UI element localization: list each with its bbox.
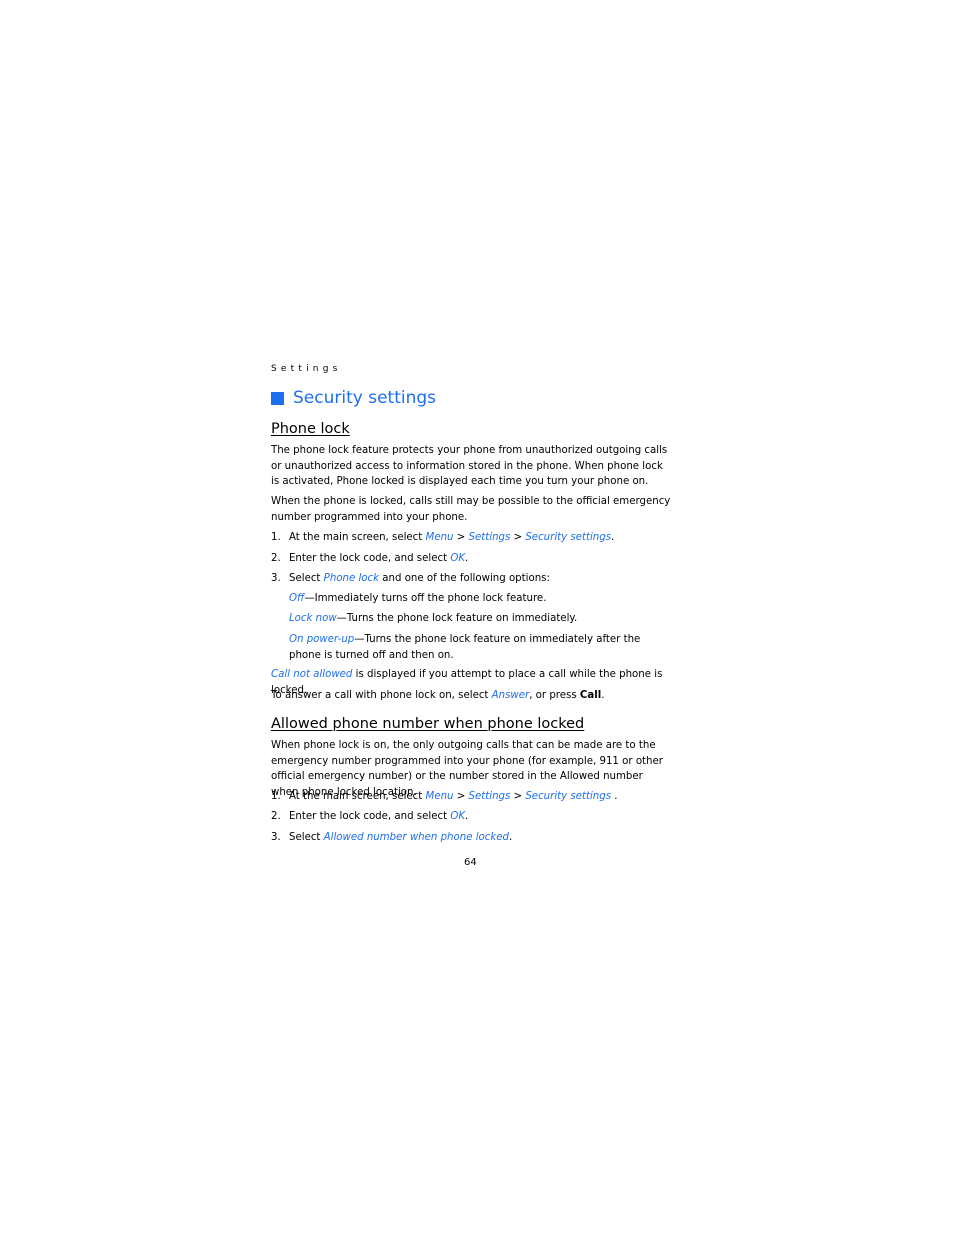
phone-lock-link[interactable]: Phone lock bbox=[324, 573, 379, 584]
answer-link[interactable]: Answer bbox=[492, 690, 530, 701]
phone-lock-step-3: 3. Select Phone lock and one of the follo… bbox=[271, 573, 550, 584]
menu-link[interactable]: Menu bbox=[426, 791, 454, 802]
ok-link[interactable]: OK bbox=[450, 811, 465, 822]
running-head: Settings bbox=[271, 364, 342, 374]
heading-allowed-number: Allowed phone number when phone locked bbox=[271, 716, 585, 732]
section-title-text: Security settings bbox=[293, 388, 437, 408]
phone-lock-para-1: The phone lock feature protects your pho… bbox=[271, 445, 668, 487]
heading-phone-lock: Phone lock bbox=[271, 421, 350, 437]
on-power-up-link[interactable]: On power-up bbox=[289, 634, 354, 645]
call-not-allowed-link[interactable]: Call not allowed bbox=[271, 669, 352, 680]
lock-now-link[interactable]: Lock now bbox=[289, 613, 337, 624]
phone-lock-para-2: When the phone is locked, calls still ma… bbox=[271, 496, 671, 523]
section-title: Security settings bbox=[271, 388, 436, 408]
settings-link[interactable]: Settings bbox=[469, 791, 511, 802]
allowed-step-3: 3. Select Allowed number when phone locke… bbox=[271, 832, 513, 843]
allowed-step-2: 2. Enter the lock code, and select OK. bbox=[271, 811, 469, 822]
settings-link[interactable]: Settings bbox=[469, 532, 511, 543]
section-marker-icon bbox=[271, 391, 284, 405]
menu-link[interactable]: Menu bbox=[426, 532, 454, 543]
security-settings-link[interactable]: Security settings bbox=[525, 532, 611, 543]
option-on-power-up: On power-up—Turns the phone lock feature… bbox=[289, 634, 641, 661]
ok-link[interactable]: OK bbox=[450, 553, 465, 564]
page-number: 64 bbox=[464, 857, 477, 868]
phone-lock-step-2: 2. Enter the lock code, and select OK. bbox=[271, 553, 469, 564]
option-lock-now: Lock now—Turns the phone lock feature on… bbox=[289, 613, 578, 624]
phone-lock-step-1: 1. At the main screen, select Menu > Sett… bbox=[271, 532, 615, 543]
allowed-number-link[interactable]: Allowed number when phone locked bbox=[324, 832, 509, 843]
security-settings-link[interactable]: Security settings bbox=[525, 791, 611, 802]
option-off: Off—Immediately turns off the phone lock… bbox=[289, 593, 547, 604]
call-key-label: Call bbox=[579, 690, 602, 701]
answer-call-note: To answer a call with phone lock on, sel… bbox=[271, 690, 605, 701]
off-link[interactable]: Off bbox=[289, 593, 304, 604]
allowed-step-1: 1. At the main screen, select Menu > Sett… bbox=[271, 791, 618, 802]
